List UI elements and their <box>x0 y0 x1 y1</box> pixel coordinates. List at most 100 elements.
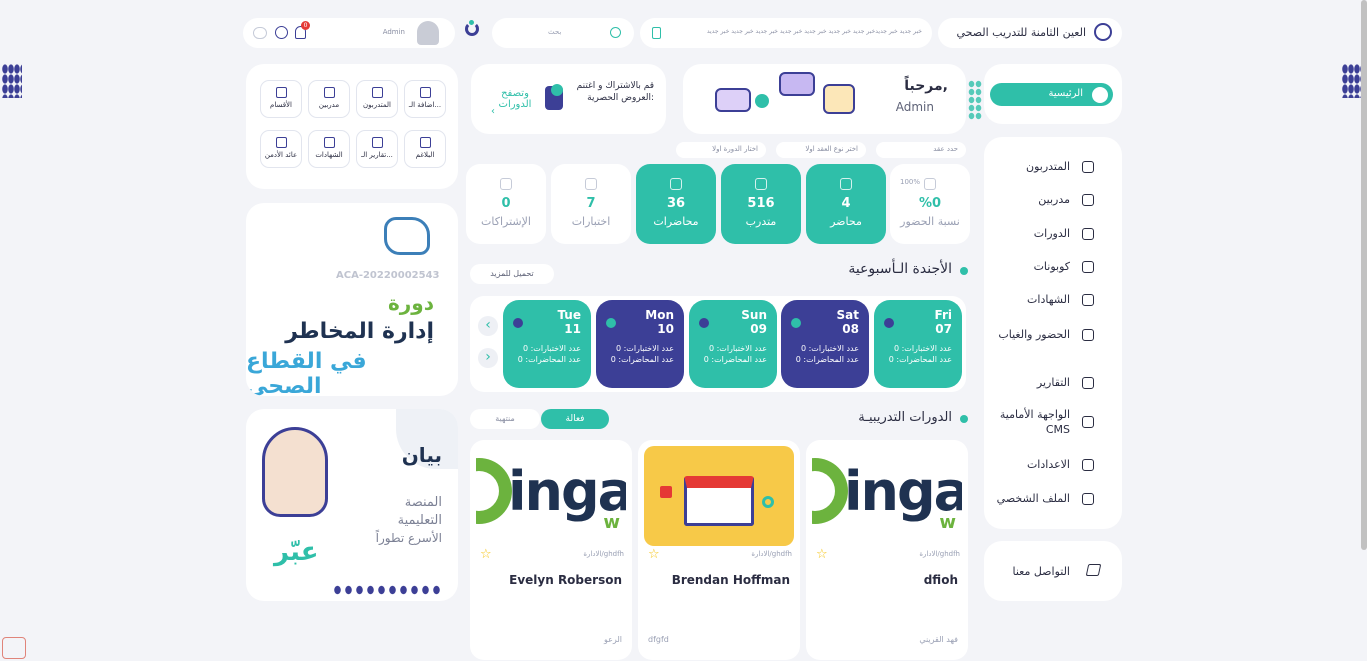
sidebar-item-6[interactable]: التقارير <box>984 375 1094 390</box>
sidebar-item-7[interactable]: الواجهة الأمامية CMS <box>984 407 1094 437</box>
quick-action-icon <box>275 87 287 98</box>
brand-bar: العين الثامنة للتدريب الصحي <box>938 18 1122 48</box>
welcome-illustration-dot-icon <box>755 94 769 108</box>
scrollbar[interactable] <box>1361 0 1367 550</box>
agenda-day[interactable]: Tue 11 عدد الاختبارات: 0 عدد المحاضرات: 0 <box>503 300 591 388</box>
stat-value: 36 <box>666 196 686 211</box>
quick-action-7[interactable]: عائد الأدمن <box>260 130 302 168</box>
quick-action-1[interactable]: المتدربون <box>356 80 398 118</box>
agenda-day-date: 09 <box>750 322 767 336</box>
chevron-left-icon[interactable]: ‹ <box>491 106 495 117</box>
sidebar-item-label: الحضور والغياب <box>998 328 1070 341</box>
agenda-day[interactable]: Sat 08 عدد الاختبارات: 0 عدد المحاضرات: 0 <box>781 300 869 388</box>
contact-card[interactable]: التواصل معنا <box>984 541 1122 601</box>
bayan-banner[interactable]: بيان المنصة التعليمية الأسرع تطوراً عبّر <box>246 409 458 601</box>
contract-select[interactable]: حدد عقد <box>876 142 966 158</box>
welcome-greeting: مرحباً, <box>904 78 948 94</box>
agenda-exams-count: عدد الاختبارات: 0 <box>522 344 581 353</box>
quick-action-0[interactable]: اضافة الـ... <box>404 80 446 118</box>
agenda-bullet-icon <box>960 267 968 275</box>
agenda-day[interactable]: Sun 09 عدد الاختبارات: 0 عدد المحاضرات: 0 <box>689 300 777 388</box>
search-icon[interactable] <box>610 27 621 38</box>
agenda-prev-icon[interactable]: ‹ <box>478 316 498 336</box>
decor-right-quotes-icon <box>1342 64 1362 98</box>
course-thumbnail <box>644 446 794 546</box>
load-more-button[interactable]: تحميل للمزيد <box>470 264 554 284</box>
bookmark-icon <box>652 27 661 39</box>
agenda-lectures-count: عدد المحاضرات: 0 <box>795 355 859 364</box>
stat-value: 516 <box>747 196 775 211</box>
search-box[interactable]: بحث <box>492 18 634 48</box>
calendar-icon <box>1082 328 1094 341</box>
sidebar-item-label: كوبونات <box>1033 260 1070 273</box>
favorite-star-icon[interactable]: ☆ <box>648 547 660 562</box>
agenda-day-name: Sat <box>836 308 859 322</box>
avatar[interactable] <box>417 21 439 45</box>
stat-card-2: 516 متدرب <box>721 164 801 244</box>
tab-active[interactable]: فعالة <box>541 409 609 429</box>
quick-action-label: الأقسام <box>270 101 292 109</box>
profile-icon <box>1082 492 1094 505</box>
agenda-day[interactable]: Fri 07 عدد الاختبارات: 0 عدد المحاضرات: 0 <box>874 300 962 388</box>
sidebar-item-5[interactable]: الحضور والغياب <box>984 327 1094 342</box>
course-select[interactable]: اختار الدورة اولا <box>676 142 766 158</box>
course-card[interactable]: inga w الادارة/ghdfh ☆ dfioh فهد القريني <box>806 440 968 660</box>
quick-action-4[interactable]: البلاغم <box>404 130 446 168</box>
sidebar-item-9[interactable]: الملف الشخصي <box>984 491 1094 506</box>
quick-action-3[interactable]: الأقسام <box>260 80 302 118</box>
decor-dots-icon <box>968 80 982 120</box>
sidebar-item-3[interactable]: كوبونات <box>984 259 1094 274</box>
chat-icon[interactable] <box>275 26 288 39</box>
sidebar-item-4[interactable]: الشهادات <box>984 292 1094 307</box>
stat-label: اختبارات <box>571 215 611 228</box>
sidebar-item-label: المتدربون <box>1026 160 1070 173</box>
app-logo-icon <box>461 20 483 42</box>
banner-line3: في القطاع الصحي <box>246 349 367 396</box>
brand-logo-icon <box>1094 23 1112 41</box>
sidebar-item-home[interactable]: الرئيسية <box>990 83 1113 106</box>
inga-logo-icon <box>812 458 848 524</box>
quick-action-6[interactable]: الشهادات <box>308 130 350 168</box>
agenda-day[interactable]: Mon 10 عدد الاختبارات: 0 عدد المحاضرات: 0 <box>596 300 684 388</box>
agenda-dot-icon <box>884 318 894 328</box>
tab-ended[interactable]: منتهية <box>470 409 540 429</box>
home-icon <box>1092 87 1108 103</box>
sidebar-item-0[interactable]: المتدربون <box>984 159 1094 174</box>
quick-action-icon <box>371 87 383 98</box>
corner-widget-icon[interactable] <box>2 637 26 659</box>
news-ticker[interactable]: خبر جديد خبر جديدخبر جديد خبر جديد خبر ج… <box>640 18 932 48</box>
favorite-star-icon[interactable]: ☆ <box>480 547 492 562</box>
banner-line1: دورة <box>387 291 434 315</box>
sidebar-item-8[interactable]: الاعدادات <box>984 457 1094 472</box>
contract-type-select[interactable]: اختر نوع العقد اولا <box>776 142 866 158</box>
agenda-day-name: Fri <box>934 308 952 322</box>
sidebar-item-1[interactable]: مدربين <box>984 192 1094 207</box>
inga-logo-sub: w <box>603 512 620 533</box>
course-code: ACA-20220002543 <box>336 270 440 281</box>
stat-label: متدرب <box>745 215 777 228</box>
risk-management-banner[interactable]: ACA-20220002543 دورة إدارة المخاطر في ال… <box>246 203 458 396</box>
course-card[interactable]: inga w الادارة/ghdfh ☆ Evelyn Roberson الرعو <box>470 440 632 660</box>
graduation-cap-icon <box>1082 227 1094 240</box>
send-icon <box>1085 564 1102 576</box>
course-instructor: فهد القريني <box>919 635 958 644</box>
promo-link[interactable]: وتصفح الدورات <box>491 88 539 110</box>
sidebar-item-label: الشهادات <box>1027 293 1070 306</box>
agenda-next-icon[interactable]: › <box>478 348 498 368</box>
toggle-icon[interactable] <box>253 27 267 39</box>
stat-label: محاضرات <box>653 215 699 228</box>
agenda-exams-count: عدد الاختبارات: 0 <box>708 344 767 353</box>
quick-action-2[interactable]: مدربين <box>308 80 350 118</box>
course-card[interactable]: الادارة/ghdfh ☆ Brendan Hoffman dfgfd <box>638 440 800 660</box>
stat-label: محاضر <box>830 215 862 228</box>
stat-value: %0 <box>918 196 942 211</box>
stat-card-0: %0 نسبة الحضور 100% <box>890 164 970 244</box>
quick-action-icon <box>419 137 431 148</box>
agenda-exams-count: عدد الاختبارات: 0 <box>800 344 859 353</box>
welcome-name: Admin <box>895 100 934 114</box>
course-thumbnail: inga w <box>476 446 626 546</box>
search-input[interactable]: بحث <box>548 28 561 36</box>
quick-action-5[interactable]: تقارير الـ... <box>356 130 398 168</box>
sidebar-item-2[interactable]: الدورات <box>984 226 1094 241</box>
favorite-star-icon[interactable]: ☆ <box>816 547 828 562</box>
